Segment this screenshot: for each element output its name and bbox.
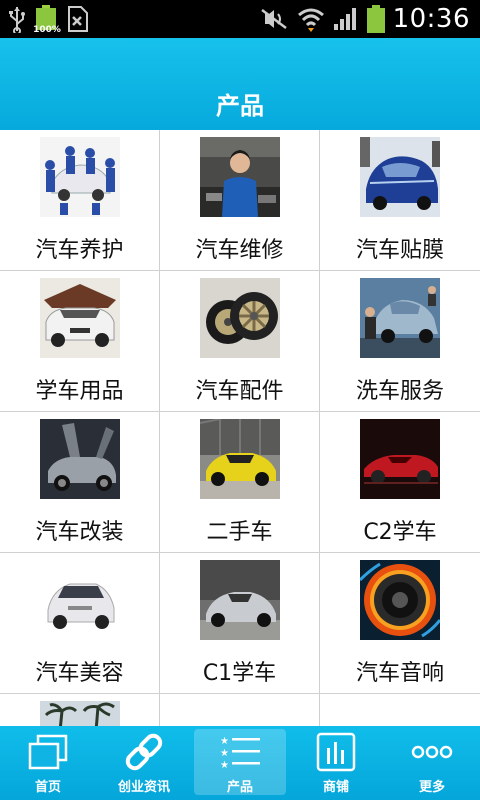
car-maintenance-photo [40,137,120,217]
status-bar: 100% 10:36 [0,0,480,38]
product-item-car-repair[interactable]: 汽车维修 [160,130,320,270]
product-item-car-parts[interactable]: 汽车配件 [160,271,320,411]
wifi-icon [297,8,324,32]
bottom-nav: 首页 创业资讯 ★ ★ ★ 产品 商铺 更多 [0,726,480,800]
more-icon [411,745,453,759]
product-label: 汽车美容 [35,661,124,686]
home-icon [28,734,68,770]
nav-products[interactable]: ★ ★ ★ 产品 [192,726,288,800]
grid-row: 汽车改装 二手车 C2学车 [0,412,480,553]
product-label: 汽车音响 [355,661,444,686]
doc-x-icon [68,6,88,32]
product-label: 汽车配件 [195,379,284,404]
product-item-car-beauty[interactable]: 汽车美容 [0,553,160,693]
product-item-car-wash[interactable]: 洗车服务 [320,271,480,411]
product-item-car-audio[interactable]: 汽车音响 [320,553,480,693]
link-icon [125,733,163,771]
product-item-c2-license[interactable]: C2学车 [320,412,480,552]
product-label: 汽车贴膜 [355,238,444,263]
product-label: C1学车 [202,661,277,686]
car-film-photo [360,137,440,217]
empty-cell [320,694,480,726]
product-item-car-modification[interactable]: 汽车改装 [0,412,160,552]
clock: 10:36 [392,4,470,34]
nav-label: 首页 [34,780,61,795]
nav-shops[interactable]: 商铺 [288,726,384,800]
nav-label: 商铺 [322,780,349,795]
grid-row [0,694,480,726]
mute-icon [260,9,287,29]
product-item-car-maintenance[interactable]: 汽车养护 [0,130,160,270]
nav-label: 更多 [418,780,445,795]
battery-percent: 100% [33,25,61,35]
grid-row: 学车用品 汽车配件 洗车服务 [0,271,480,412]
product-label: 学车用品 [35,379,124,404]
svg-text:★: ★ [220,748,229,759]
car-beauty-photo [40,560,120,640]
page-title: 产品 [216,92,264,120]
battery-icon [366,5,385,33]
product-label: 汽车改装 [35,520,124,545]
battery-full-icon: 100% [33,5,61,35]
grid-row: 汽车美容 C1学车 汽车音响 [0,553,480,694]
nav-label: 创业资讯 [117,780,170,795]
product-grid: 汽车养护 汽车维修 汽车贴膜 学车用品 汽车配件 洗车服务 汽车改装 二手车 C… [0,130,480,726]
product-label: 二手车 [206,520,273,545]
signal-icon [333,8,356,30]
product-item-car-film[interactable]: 汽车贴膜 [320,130,480,270]
empty-cell [160,694,320,726]
c1-license-photo [200,560,280,640]
product-label: 洗车服务 [355,379,444,404]
grid-row: 汽车养护 汽车维修 汽车贴膜 [0,130,480,271]
car-repair-photo [200,137,280,217]
nav-news[interactable]: 创业资讯 [96,726,192,800]
car-wash-photo [360,278,440,358]
nav-home[interactable]: 首页 [0,726,96,800]
product-item-used-car[interactable]: 二手车 [160,412,320,552]
nav-more[interactable]: 更多 [384,726,480,800]
chart-icon [316,732,356,772]
product-item-c1-license[interactable]: C1学车 [160,553,320,693]
palm-trees-photo [40,701,120,726]
product-item-learner-supplies[interactable]: 学车用品 [0,271,160,411]
used-car-photo [200,419,280,499]
nav-label: 产品 [226,780,253,795]
car-parts-photo [200,278,280,358]
svg-text:★: ★ [220,760,229,771]
car-modification-photo [40,419,120,499]
list-icon: ★ ★ ★ [220,736,260,771]
product-label: 汽车维修 [195,238,284,263]
car-audio-photo [360,560,440,640]
c2-license-photo [360,419,440,499]
svg-text:★: ★ [220,736,229,747]
title-bar: 产品 [0,38,480,130]
learner-supplies-photo [40,278,120,358]
product-label: 汽车养护 [35,238,124,263]
usb-icon [9,7,25,33]
product-label: C2学车 [363,520,437,545]
product-item-extra[interactable] [0,694,160,726]
